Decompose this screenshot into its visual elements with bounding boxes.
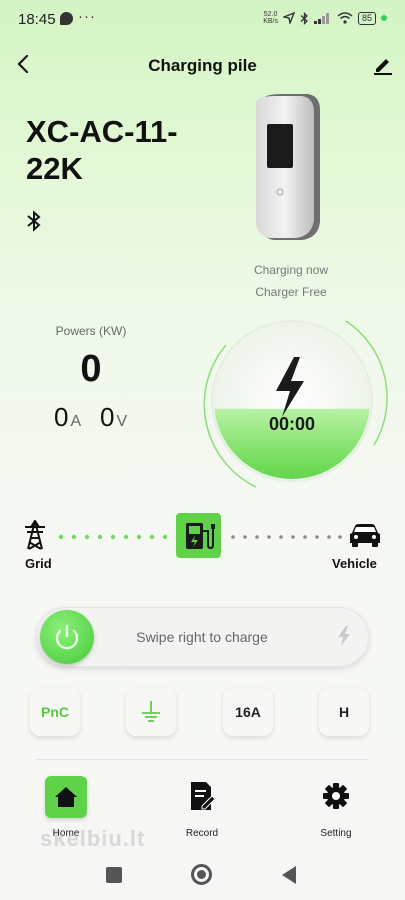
voltage-reading: 0V <box>100 402 127 433</box>
flow-dots-right <box>231 535 342 539</box>
home-system-button[interactable] <box>191 864 212 885</box>
powers-label: Powers (KW) <box>55 324 127 338</box>
back-system-button[interactable] <box>282 866 296 884</box>
ground-button[interactable] <box>126 688 176 736</box>
edit-pencil-icon[interactable] <box>371 52 395 76</box>
car-icon <box>350 524 380 547</box>
nav-record-label: Record <box>185 828 219 839</box>
charger-state: Charger Free <box>255 285 327 299</box>
charging-status: Charging now <box>253 263 329 277</box>
location-icon <box>282 12 295 24</box>
voltage-value: 0 <box>100 402 115 432</box>
current-reading: 0A <box>54 402 81 433</box>
ground-icon <box>142 701 160 722</box>
power-icon <box>55 624 79 650</box>
power-value: 0 <box>80 348 102 390</box>
signal-icon <box>313 13 329 24</box>
network-speed: 52.0 KB/s <box>263 11 278 25</box>
wifi-icon <box>337 12 353 24</box>
more-notifications-icon: ··· <box>78 8 96 25</box>
record-icon <box>191 782 216 810</box>
vehicle-label: Vehicle <box>332 556 377 571</box>
recent-apps-button[interactable] <box>106 867 122 883</box>
swipe-to-charge-knob[interactable] <box>40 610 94 664</box>
nav-home-button[interactable] <box>45 776 87 818</box>
current-value: 0 <box>54 402 69 432</box>
grid-label: Grid <box>25 556 52 571</box>
lightning-icon <box>338 626 350 646</box>
power-tower-icon <box>25 520 45 550</box>
battery-indicator: 85 <box>357 11 376 25</box>
charging-timer: 00:00 <box>268 414 316 434</box>
current-limit-button[interactable]: 16A <box>223 688 273 736</box>
bluetooth-status-icon <box>300 11 308 25</box>
status-time: 18:45 <box>18 11 56 28</box>
charger-device-image <box>256 94 320 240</box>
active-dot-icon <box>381 15 387 21</box>
charging-gauge <box>203 320 388 488</box>
bluetooth-icon[interactable] <box>26 210 42 232</box>
swipe-hint: Swipe right to charge <box>136 629 268 645</box>
nav-record-button[interactable] <box>182 776 220 816</box>
flow-dots-left <box>58 534 168 540</box>
status-icons: 52.0 KB/s 85 <box>263 11 387 25</box>
pnc-button[interactable]: PnC <box>30 688 80 736</box>
device-model: XC-AC-11-22K <box>26 114 178 186</box>
charging-station-box <box>176 513 221 558</box>
nav-setting-label: Setting <box>320 828 352 839</box>
home-icon <box>55 787 77 807</box>
watermark: skelbiu.lt <box>40 826 146 851</box>
nav-setting-button[interactable] <box>316 776 356 816</box>
nav-divider <box>36 759 369 760</box>
charging-station-icon <box>186 523 215 550</box>
current-unit: A <box>70 413 82 430</box>
gear-icon <box>323 783 349 809</box>
chat-notification-icon <box>60 12 73 25</box>
mode-button[interactable]: H <box>319 688 369 736</box>
voltage-unit: V <box>116 413 128 430</box>
page-title: Charging pile <box>148 56 257 75</box>
